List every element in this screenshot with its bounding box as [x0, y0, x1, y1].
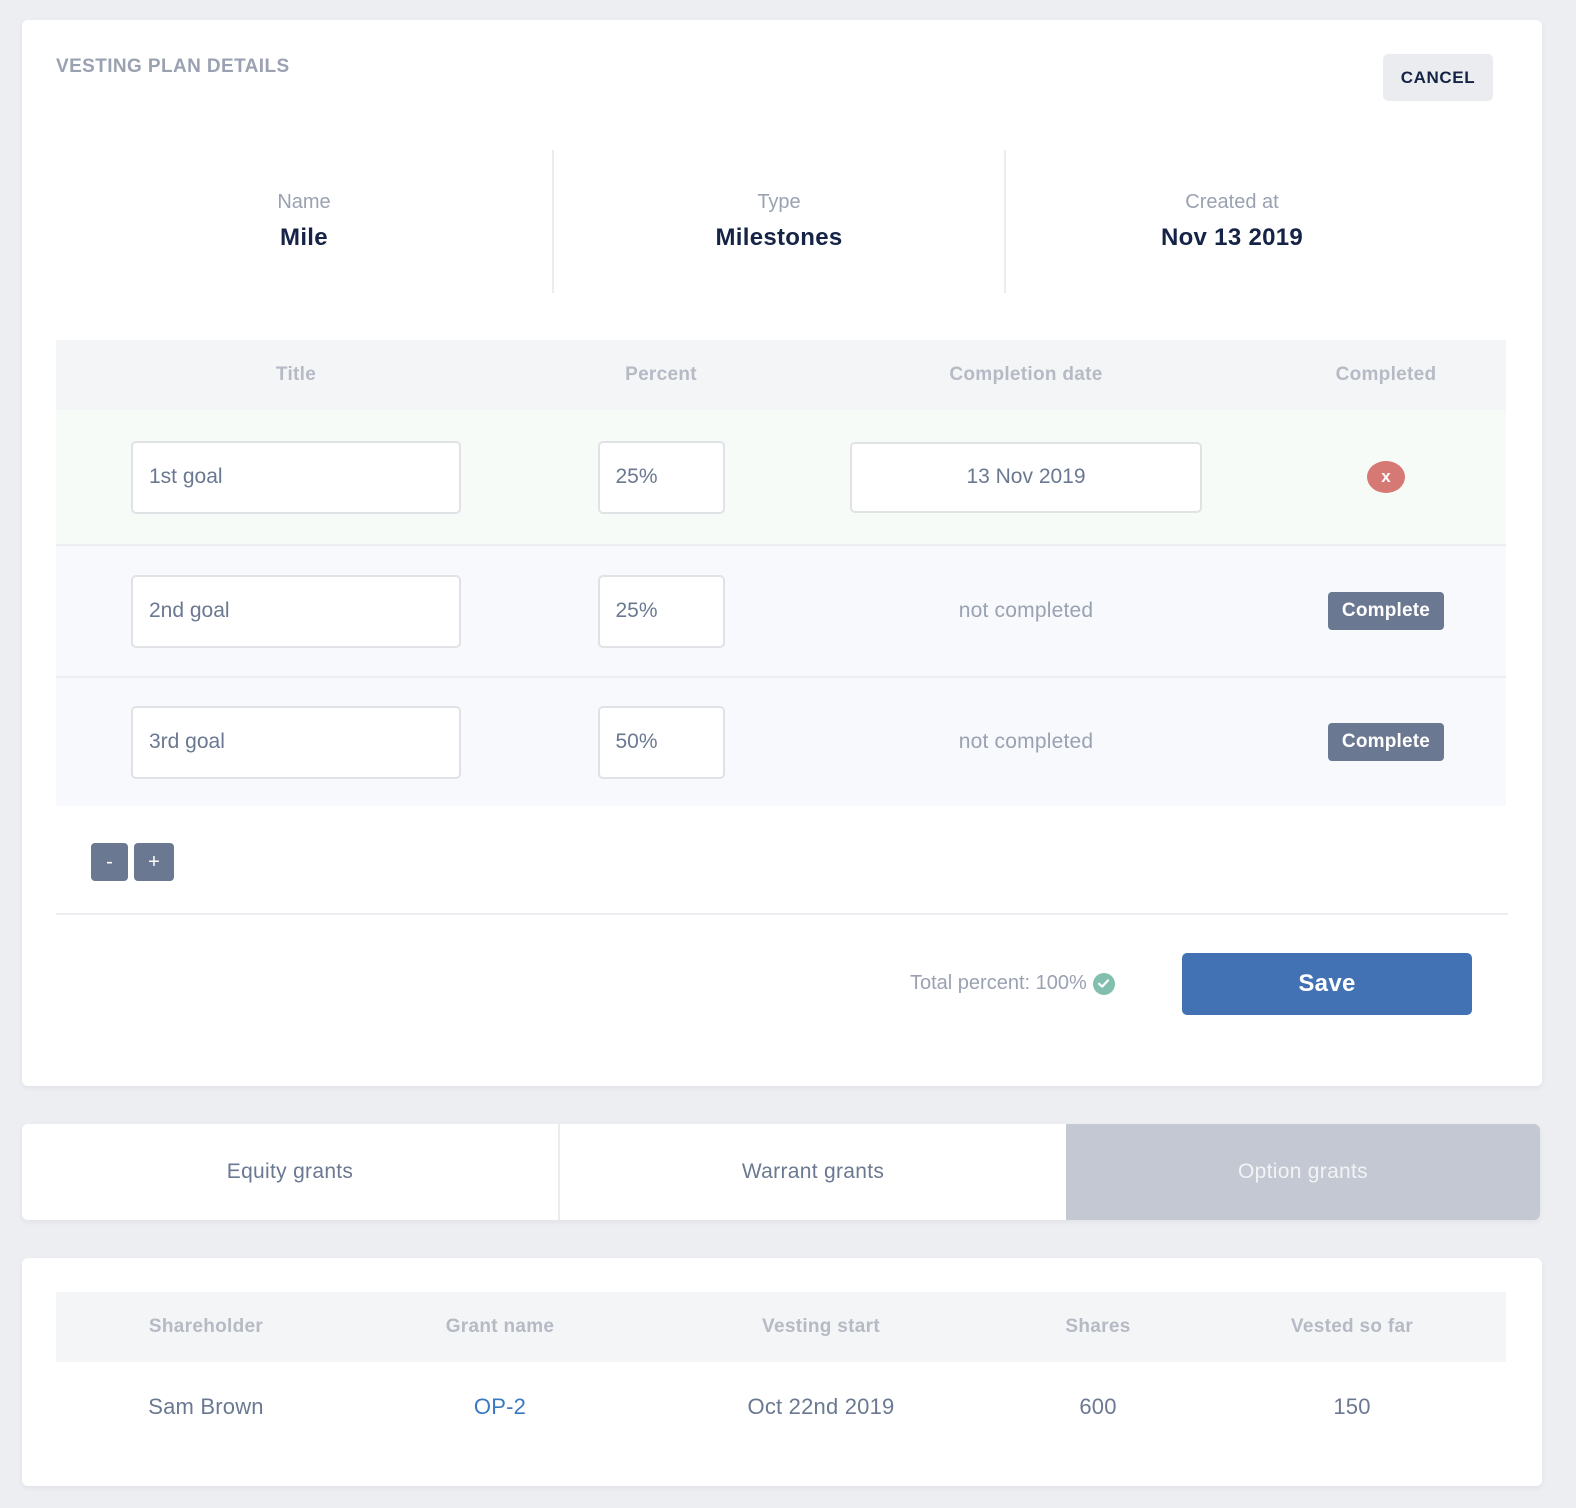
grant-type-tabs: Equity grants Warrant grants Option gran… [22, 1124, 1540, 1220]
plan-summary: Name Mile Type Milestones Created at Nov… [56, 150, 1408, 293]
divider [56, 913, 1508, 915]
table-row: Sam Brown OP-2 Oct 22nd 2019 600 150 [56, 1362, 1506, 1452]
total-percent: Total percent: 100% [910, 972, 1115, 995]
milestone-title-input[interactable] [131, 705, 461, 779]
summary-name: Name Mile [56, 150, 554, 293]
save-button[interactable]: Save [1182, 953, 1472, 1015]
completion-status: not completed [958, 599, 1094, 622]
summary-type: Type Milestones [554, 150, 1006, 293]
milestone-percent-input[interactable] [597, 705, 725, 779]
section-title: VESTING PLAN DETAILS [56, 56, 290, 77]
vesting-start-cell: Oct 22nd 2019 [747, 1394, 895, 1419]
header-shareholder: Shareholder [148, 1316, 264, 1337]
row-controls: - + [91, 843, 174, 881]
grants-card: Shareholder Grant name Vesting start Sha… [22, 1258, 1542, 1486]
header-title: Title [275, 364, 317, 385]
tab-warrant-grants[interactable]: Warrant grants [560, 1124, 1066, 1220]
complete-button[interactable]: Complete [1327, 592, 1445, 630]
check-circle-icon [1092, 972, 1115, 995]
milestones-table: Title Percent Completion date Completed … [56, 340, 1506, 806]
milestone-title-input[interactable] [131, 574, 461, 648]
type-label: Type [757, 191, 801, 213]
name-label: Name [277, 191, 331, 213]
milestone-percent-input[interactable] [597, 574, 725, 648]
remove-row-button[interactable]: - [91, 843, 128, 881]
total-percent-text: Total percent: 100% [910, 972, 1087, 994]
header-completed: Completed [1335, 364, 1437, 385]
add-row-button[interactable]: + [134, 843, 174, 881]
milestone-row: x [56, 410, 1506, 544]
created-label: Created at [1185, 191, 1279, 213]
header-completion-date: Completion date [949, 364, 1103, 385]
milestone-title-input[interactable] [131, 440, 461, 514]
header-percent: Percent [625, 364, 697, 385]
shares-cell: 600 [1079, 1394, 1117, 1419]
milestone-row: not completed Complete [56, 676, 1506, 806]
cancel-button[interactable]: CANCEL [1383, 54, 1493, 101]
type-value: Milestones [715, 224, 843, 251]
header-grant-name: Grant name [445, 1316, 555, 1337]
completion-status: not completed [958, 730, 1094, 753]
complete-button[interactable]: Complete [1327, 723, 1445, 761]
grants-table: Shareholder Grant name Vesting start Sha… [56, 1292, 1506, 1452]
name-value: Mile [280, 224, 328, 251]
tab-equity-grants[interactable]: Equity grants [22, 1124, 560, 1220]
tab-option-grants[interactable]: Option grants [1066, 1124, 1540, 1220]
vested-so-far-cell: 150 [1333, 1394, 1371, 1419]
vesting-plan-card: VESTING PLAN DETAILS CANCEL Name Mile Ty… [22, 20, 1542, 1086]
header-shares: Shares [1065, 1316, 1131, 1337]
created-value: Nov 13 2019 [1160, 224, 1304, 251]
uncomplete-button[interactable]: x [1367, 461, 1405, 493]
header-vested-so-far: Vested so far [1290, 1316, 1414, 1337]
milestone-row: not completed Complete [56, 544, 1506, 676]
milestones-header: Title Percent Completion date Completed [56, 340, 1506, 410]
grant-name-link[interactable]: OP-2 [474, 1394, 526, 1419]
header-vesting-start: Vesting start [762, 1316, 880, 1337]
shareholder-cell: Sam Brown [148, 1394, 264, 1419]
completion-date-input[interactable] [850, 441, 1202, 513]
grants-header: Shareholder Grant name Vesting start Sha… [56, 1292, 1506, 1362]
summary-created: Created at Nov 13 2019 [1006, 150, 1458, 293]
milestone-percent-input[interactable] [597, 440, 725, 514]
